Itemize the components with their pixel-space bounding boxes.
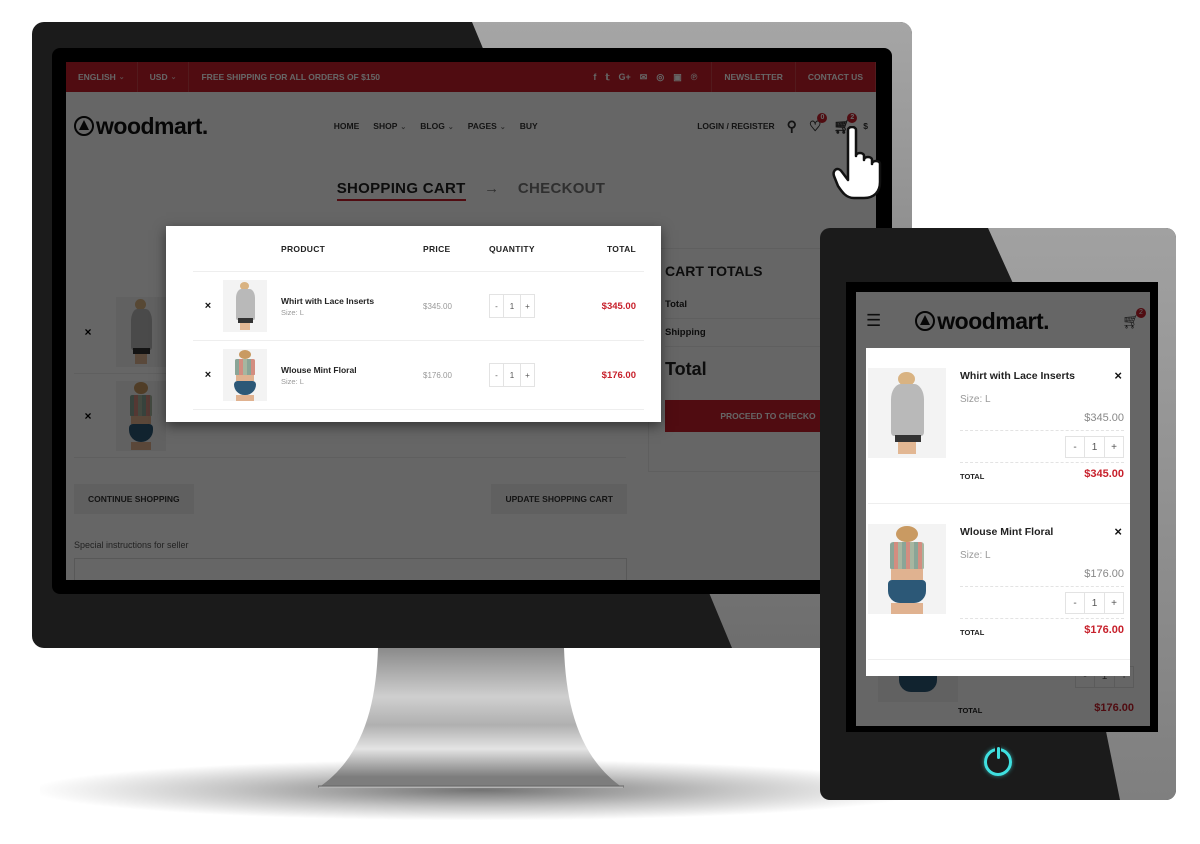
quantity-input[interactable]: 1 (503, 364, 521, 386)
device-mockup: ENGLISH ⌄ USD ⌄ FREE SHIPPING FOR ALL OR… (0, 0, 1200, 844)
product-name[interactable]: Whirt with Lace Inserts (281, 296, 423, 306)
total-label: TOTAL (960, 628, 985, 637)
decrease-qty-button[interactable]: - (1066, 593, 1084, 613)
total-label: TOTAL (960, 472, 985, 481)
column-total: TOTAL (606, 243, 636, 254)
table-row: × Whirt with Lace Inserts Size: L $345.0… (193, 272, 644, 341)
divider (960, 586, 1124, 587)
power-icon[interactable] (984, 745, 1012, 776)
quantity-input[interactable]: 1 (1084, 593, 1105, 613)
line-total: $345.00 (1084, 468, 1124, 480)
pointer-hand-icon (832, 126, 882, 200)
decrease-qty-button[interactable]: - (490, 364, 503, 386)
product-image[interactable] (223, 280, 267, 332)
remove-item-icon[interactable]: × (1114, 524, 1122, 539)
remove-item-icon[interactable]: × (193, 300, 223, 312)
product-image[interactable] (868, 368, 946, 458)
increase-qty-button[interactable]: + (521, 295, 534, 317)
divider (960, 430, 1124, 431)
cart-item: Whirt with Lace Inserts × Size: L $345.0… (868, 348, 1130, 504)
product-name[interactable]: Wlouse Mint Floral (281, 365, 423, 375)
quantity-input[interactable]: 1 (503, 295, 521, 317)
column-product: PRODUCT (281, 243, 326, 254)
quantity-stepper: - 1 + (1065, 592, 1124, 614)
product-name[interactable]: Whirt with Lace Inserts (960, 370, 1075, 382)
cart-table-highlight: PRODUCT PRICE QUANTITY TOTAL × Whirt wit… (166, 226, 661, 422)
divider (960, 618, 1124, 619)
product-price: $176.00 (423, 370, 452, 380)
increase-qty-button[interactable]: + (1105, 437, 1123, 457)
column-quantity: QUANTITY (489, 243, 535, 254)
divider (960, 462, 1124, 463)
table-row: × Wlouse Mint Floral Size: L $176.00 - 1… (193, 341, 644, 410)
quantity-stepper: - 1 + (1065, 436, 1124, 458)
product-price: $345.00 (1084, 412, 1124, 424)
increase-qty-button[interactable]: + (1105, 593, 1123, 613)
quantity-stepper: - 1 + (489, 294, 535, 318)
product-image[interactable] (868, 524, 946, 614)
product-price: $345.00 (423, 301, 452, 311)
product-size: Size: L (960, 550, 991, 561)
decrease-qty-button[interactable]: - (1066, 437, 1084, 457)
cart-table-header: PRODUCT PRICE QUANTITY TOTAL (193, 226, 644, 272)
product-price: $176.00 (1084, 568, 1124, 580)
quantity-stepper: - 1 + (489, 363, 535, 387)
cart-item: Wlouse Mint Floral × Size: L $176.00 - 1… (868, 504, 1130, 660)
quantity-input[interactable]: 1 (1084, 437, 1105, 457)
product-size: Size: L (960, 394, 991, 405)
line-total: $176.00 (1084, 624, 1124, 636)
product-size: Size: L (281, 307, 304, 317)
remove-item-icon[interactable]: × (1114, 368, 1122, 383)
product-size: Size: L (281, 376, 304, 386)
line-total: $345.00 (601, 300, 636, 312)
remove-item-icon[interactable]: × (193, 369, 223, 381)
product-name[interactable]: Wlouse Mint Floral (960, 526, 1053, 538)
column-price: PRICE (423, 243, 451, 254)
decrease-qty-button[interactable]: - (490, 295, 503, 317)
line-total: $176.00 (601, 369, 636, 381)
mobile-cart-highlight: Whirt with Lace Inserts × Size: L $345.0… (866, 348, 1130, 676)
monitor-stand (318, 648, 624, 788)
increase-qty-button[interactable]: + (521, 364, 534, 386)
product-image[interactable] (223, 349, 267, 401)
